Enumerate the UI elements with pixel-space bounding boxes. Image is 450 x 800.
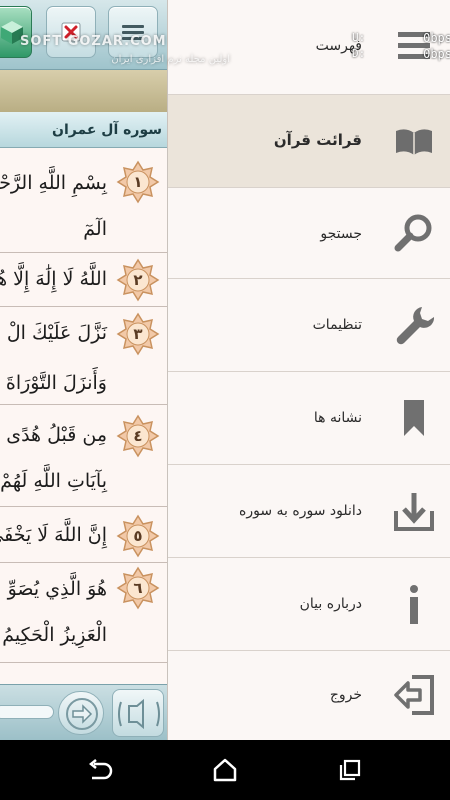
- upload-speed: 0bps: [423, 31, 450, 45]
- verse-number-badge: ٥: [116, 514, 160, 558]
- navigation-drawer: فهرست قرائت قرآن جستجو تنظیمات نشانه ها …: [168, 0, 450, 740]
- exit-icon: [392, 673, 436, 717]
- close-reader-button[interactable]: [46, 6, 96, 58]
- verse-text[interactable]: إِنَّ اللَّهَ لَا يَخْفَىٰ: [0, 524, 107, 546]
- verse-text[interactable]: نَزَّلَ عَلَيْكَ الْ: [7, 322, 107, 344]
- cube-button[interactable]: [0, 6, 32, 58]
- menu-item-search[interactable]: جستجو: [168, 188, 450, 278]
- download-speed: 0bps: [423, 47, 450, 61]
- menu-item-bookmarks[interactable]: نشانه ها: [168, 372, 450, 464]
- bookmark-icon: [392, 396, 436, 440]
- watermark: SOFT GOZAR.COM: [20, 34, 167, 49]
- reader-header-band: [0, 70, 167, 112]
- menu-item-label: تنظیمات: [312, 317, 362, 333]
- recents-icon: [339, 759, 361, 781]
- book-icon: [392, 119, 436, 163]
- menu-item-label: قرائت قرآن: [273, 131, 362, 149]
- verse-number-badge: ٣: [116, 312, 160, 356]
- surah-title: سوره آل عمران: [52, 121, 162, 138]
- verse-text[interactable]: بِسْمِ اللَّهِ الرَّحْمَٰ: [0, 172, 107, 194]
- audio-button[interactable]: [112, 689, 164, 737]
- menu-button[interactable]: [108, 6, 158, 58]
- menu-item-settings[interactable]: تنظیمات: [168, 279, 450, 371]
- menu-item-download[interactable]: دانلود سوره به سوره: [168, 465, 450, 557]
- menu-item-read-quran[interactable]: قرائت قرآن: [168, 95, 450, 187]
- home-icon: [213, 758, 237, 782]
- verse-text[interactable]: وَأَنزَلَ التَّوْرَاةَ وَالْإِن: [0, 372, 107, 394]
- home-button[interactable]: [209, 754, 241, 786]
- network-labels: U: D:: [352, 31, 366, 60]
- back-icon: [88, 759, 113, 780]
- verse-text[interactable]: بِآيَاتِ اللَّهِ لَهُمْ عَذَابٌ شَ: [0, 470, 107, 492]
- menu-item-label: نشانه ها: [313, 410, 362, 426]
- wrench-icon: [392, 303, 436, 347]
- verse-text[interactable]: الٓمٓ: [83, 218, 107, 240]
- download-icon: [392, 489, 436, 533]
- verse-text[interactable]: الْعَزِيزُ الْحَكِيمُ: [2, 624, 107, 646]
- surah-header: سوره آل عمران: [0, 112, 167, 148]
- back-button[interactable]: [84, 754, 116, 786]
- verse-text[interactable]: مِن قَبْلُ هُدًى لِّ: [0, 424, 107, 446]
- reader-footer: [0, 684, 167, 740]
- system-nav-bar: [0, 740, 450, 800]
- verse-number-badge: ٤: [116, 414, 160, 458]
- recents-button[interactable]: [334, 754, 366, 786]
- verse-number-badge: ٦: [116, 566, 160, 610]
- next-button[interactable]: [58, 691, 104, 735]
- menu-item-exit[interactable]: خروج: [168, 651, 450, 740]
- reader-panel: سوره آل عمران ١ بِسْمِ اللَّهِ الرَّحْمَ…: [0, 0, 168, 740]
- verse-number-badge: ٢: [116, 258, 160, 302]
- menu-item-label: درباره بیان: [299, 596, 362, 612]
- watermark-subtitle: اولین مجله نرم افزاری ایران: [111, 54, 230, 65]
- menu-item-label: جستجو: [320, 226, 362, 242]
- info-icon: [392, 582, 436, 626]
- search-icon: [392, 211, 436, 255]
- menu-item-about[interactable]: درباره بیان: [168, 558, 450, 650]
- speaker-icon: [118, 698, 160, 730]
- verse-number-badge: ١: [116, 160, 160, 204]
- verse-text[interactable]: هُوَ الَّذِي يُصَوِّ: [8, 578, 107, 600]
- menu-item-label: دانلود سوره به سوره: [239, 503, 362, 519]
- network-speed: 0bps 0bps: [418, 30, 450, 62]
- menu-item-label: خروج: [329, 687, 362, 703]
- arrow-right-icon: [66, 698, 98, 730]
- seek-slider[interactable]: [0, 705, 54, 719]
- verse-text[interactable]: اللَّهُ لَا إِلَٰهَ إِلَّا هُوَ: [0, 268, 107, 290]
